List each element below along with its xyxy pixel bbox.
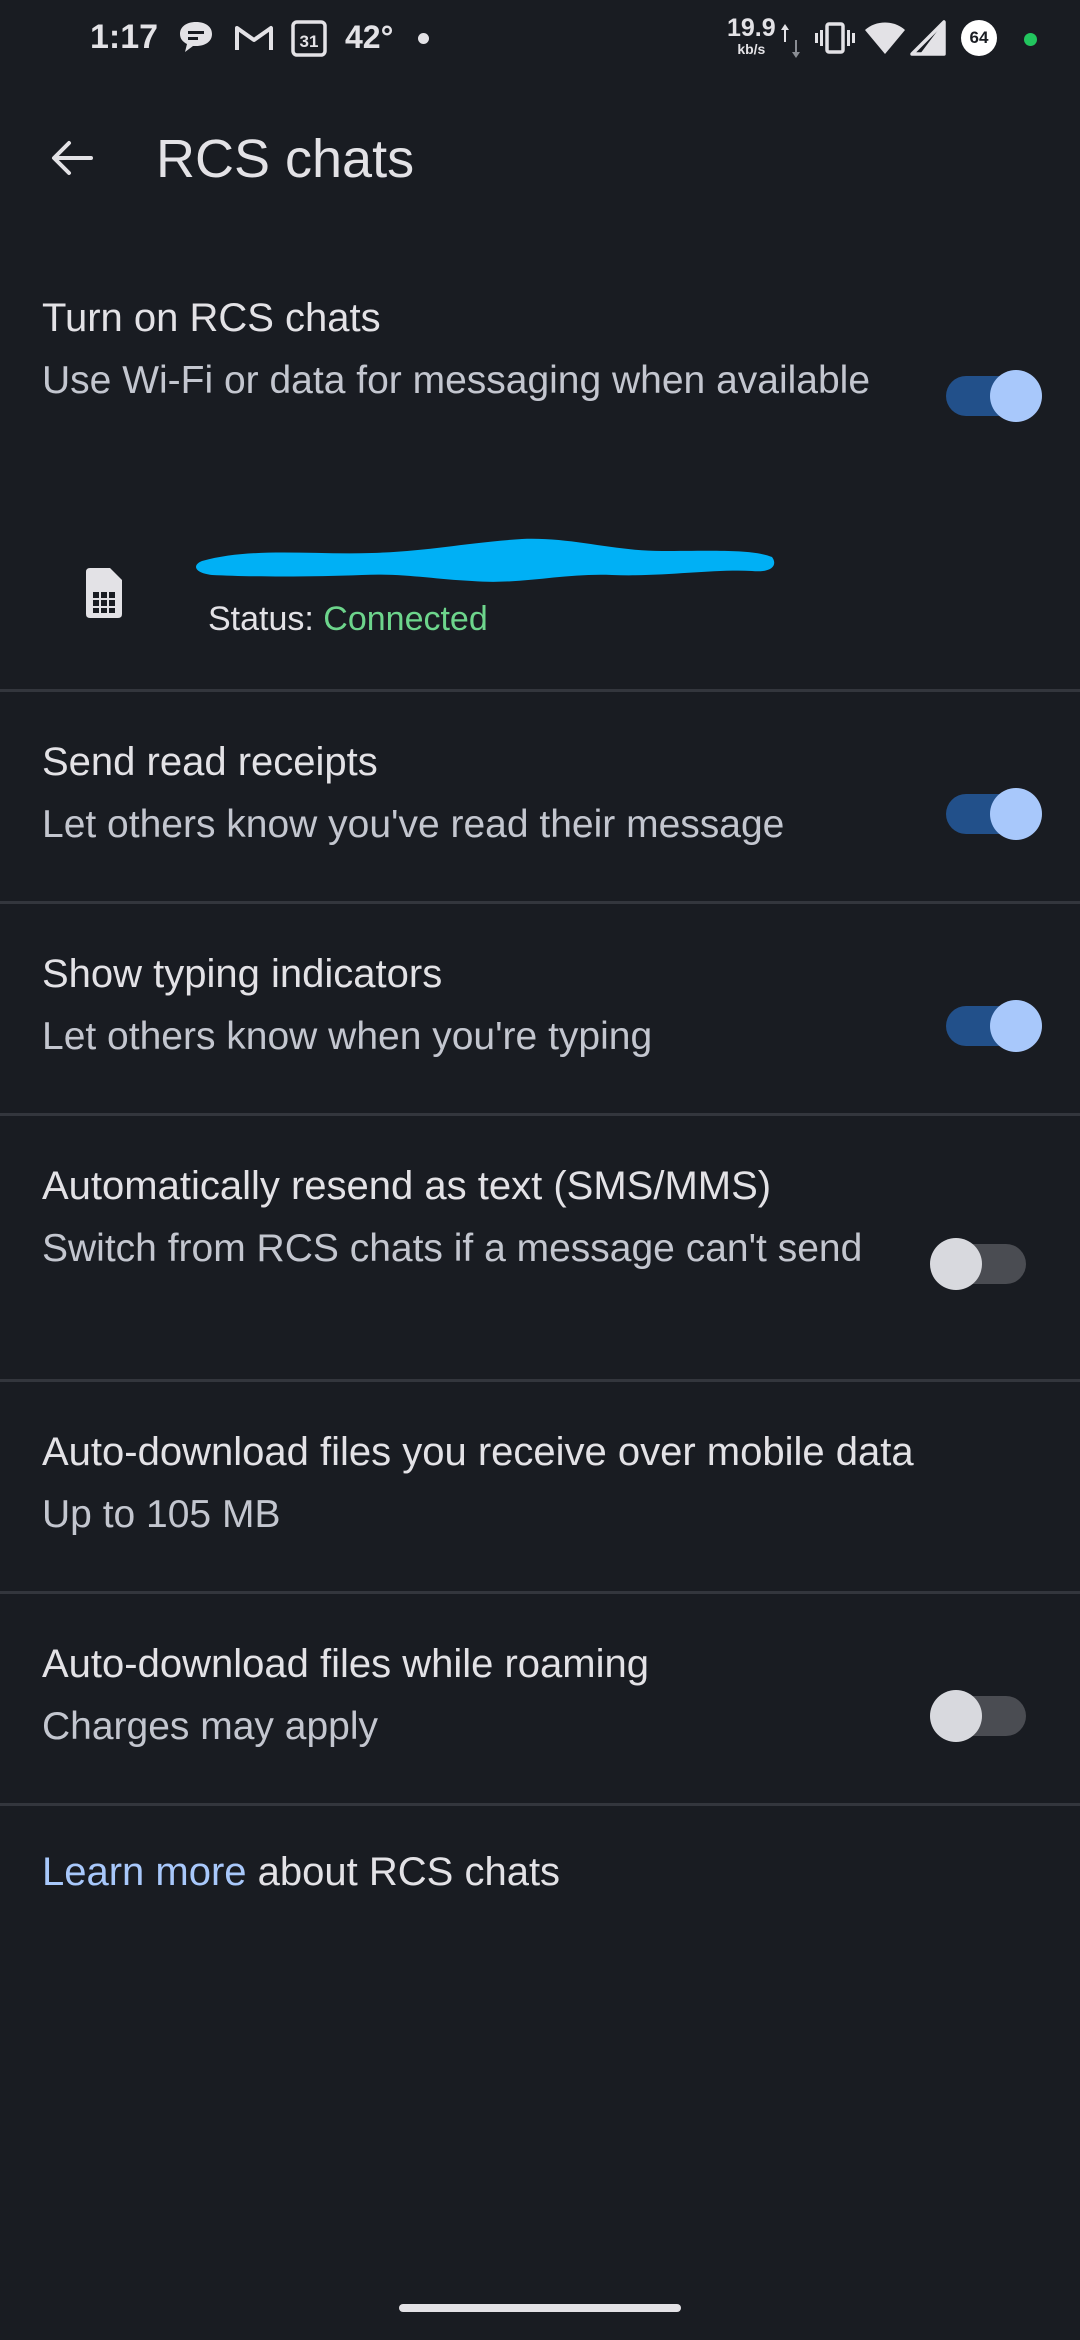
setting-typing-indicators[interactable]: Show typing indicators Let others know w…	[0, 904, 1080, 1114]
status-bar: 1:17 31 42° 19.9 kb/s 64	[0, 0, 1080, 80]
network-speed-unit: kb/s	[737, 41, 766, 57]
typing-indicators-toggle[interactable]	[946, 1000, 1042, 1052]
redacted-phone-number	[192, 525, 782, 600]
status-time: 1:17	[90, 18, 159, 56]
home-indicator[interactable]	[399, 2304, 681, 2312]
setting-auto-download-roaming-subtitle: Charges may apply	[42, 1705, 378, 1748]
gmail-icon	[234, 18, 274, 63]
setting-auto-download-mobile-title: Auto-download files you receive over mob…	[42, 1430, 914, 1474]
learn-more-text: Learn more about RCS chats	[42, 1850, 560, 1895]
setting-auto-download-mobile-subtitle: Up to 105 MB	[42, 1493, 281, 1536]
back-button[interactable]	[36, 122, 108, 194]
page-title: RCS chats	[156, 129, 415, 189]
learn-more-link[interactable]: Learn more	[42, 1850, 247, 1894]
notification-dot-icon	[418, 33, 429, 44]
vibrate-icon	[815, 18, 855, 63]
network-speed: 19.9 kb/s	[727, 14, 776, 57]
auto-resend-toggle[interactable]	[930, 1238, 1026, 1290]
setting-rcs-chats-subtitle: Use Wi-Fi or data for messaging when ava…	[42, 359, 871, 402]
setting-read-receipts[interactable]: Send read receipts Let others know you'v…	[0, 692, 1080, 902]
svg-text:31: 31	[300, 32, 319, 51]
setting-read-receipts-title: Send read receipts	[42, 740, 378, 784]
setting-auto-download-mobile[interactable]: Auto-download files you receive over mob…	[0, 1382, 1080, 1592]
chat-bubble-icon	[178, 18, 214, 63]
battery-icon: 64	[961, 20, 997, 56]
data-arrows-icon	[780, 22, 802, 65]
setting-auto-download-roaming[interactable]: Auto-download files while roaming Charge…	[0, 1594, 1080, 1804]
arrow-back-icon	[52, 141, 93, 175]
calendar-icon: 31	[290, 18, 328, 63]
setting-typing-indicators-subtitle: Let others know when you're typing	[42, 1015, 653, 1058]
setting-auto-resend-subtitle: Switch from RCS chats if a message can't…	[42, 1227, 863, 1270]
toggle-thumb	[990, 370, 1042, 422]
setting-rcs-chats[interactable]: Turn on RCS chats Use Wi-Fi or data for …	[0, 280, 1080, 700]
privacy-indicator-icon	[1024, 33, 1037, 46]
rcs-status-label: Status:	[208, 600, 314, 638]
setting-read-receipts-subtitle: Let others know you've read their messag…	[42, 803, 785, 846]
setting-typing-indicators-title: Show typing indicators	[42, 952, 443, 996]
toggle-thumb	[990, 788, 1042, 840]
toggle-thumb	[990, 1000, 1042, 1052]
rcs-chats-toggle[interactable]	[946, 370, 1042, 422]
setting-auto-download-roaming-title: Auto-download files while roaming	[42, 1642, 649, 1686]
setting-rcs-chats-title: Turn on RCS chats	[42, 296, 381, 340]
divider	[0, 1803, 1080, 1806]
toggle-thumb	[930, 1238, 982, 1290]
read-receipts-toggle[interactable]	[946, 788, 1042, 840]
learn-more-rest: about RCS chats	[246, 1850, 561, 1894]
rcs-status-value: Connected	[323, 600, 488, 638]
wifi-icon	[864, 18, 906, 63]
auto-download-roaming-toggle[interactable]	[930, 1690, 1026, 1742]
rcs-status: Status: Connected	[208, 600, 488, 639]
setting-auto-resend-title: Automatically resend as text (SMS/MMS)	[42, 1164, 772, 1208]
cellular-signal-icon	[910, 18, 946, 63]
status-temperature: 42°	[345, 19, 394, 55]
setting-auto-resend[interactable]: Automatically resend as text (SMS/MMS) S…	[0, 1116, 1080, 1381]
network-speed-value: 19.9	[727, 14, 776, 42]
sim-card-icon	[82, 566, 124, 625]
toggle-thumb	[930, 1690, 982, 1742]
